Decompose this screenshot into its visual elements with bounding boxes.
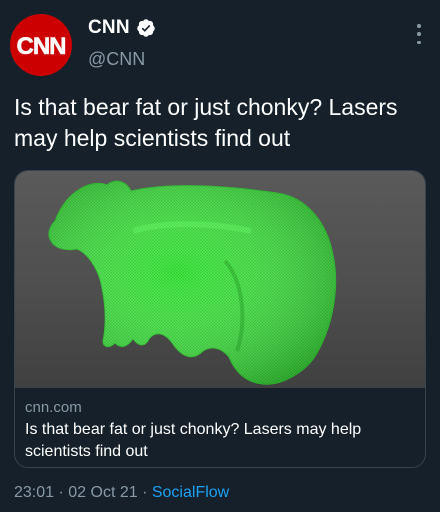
- tweet-date[interactable]: 02 Oct 21: [68, 484, 137, 501]
- cnn-logo-icon: CNN: [16, 33, 67, 60]
- card-image[interactable]: [15, 171, 425, 388]
- card-domain: cnn.com: [25, 399, 82, 416]
- avatar[interactable]: CNN: [10, 14, 72, 76]
- verified-badge-icon: [136, 18, 156, 38]
- tweet-meta: 23:01 · 02 Oct 21 · SocialFlow: [14, 484, 229, 502]
- meta-separator: ·: [54, 484, 69, 501]
- more-options-icon[interactable]: [416, 24, 422, 44]
- display-name[interactable]: CNN: [88, 17, 130, 39]
- name-row: CNN: [88, 17, 156, 39]
- card-title[interactable]: Is that bear fat or just chonky? Lasers …: [25, 419, 415, 463]
- user-handle[interactable]: @CNN: [88, 49, 145, 70]
- link-preview-card[interactable]: cnn.com Is that bear fat or just chonky?…: [14, 170, 426, 468]
- tweet-time[interactable]: 23:01: [14, 484, 54, 501]
- tweet-source-link[interactable]: SocialFlow: [152, 484, 229, 501]
- meta-separator: ·: [137, 484, 152, 501]
- svg-text:CNN: CNN: [17, 33, 66, 60]
- tweet-header: CNN CNN @CNN: [0, 0, 440, 80]
- bear-lidar-scan-image: [48, 180, 337, 385]
- tweet-text: Is that bear fat or just chonky? Lasers …: [14, 94, 398, 151]
